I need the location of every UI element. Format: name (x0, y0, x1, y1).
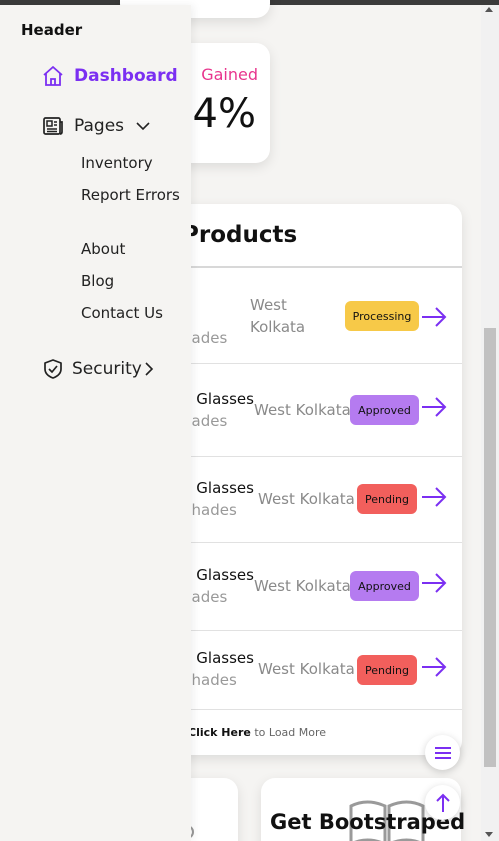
status-badge: Processing (345, 301, 419, 331)
sidebar: Header Dashboard Pages Inventory Report … (0, 5, 191, 841)
chevron-down-icon (136, 119, 150, 133)
menu-fab[interactable] (425, 735, 460, 770)
products-title: Products (182, 222, 298, 248)
scrollbar[interactable] (481, 5, 499, 841)
sidebar-item-label: Pages (74, 116, 125, 136)
sidebar-item-security[interactable]: Security (42, 358, 158, 380)
sidebar-item-label: Security (72, 359, 142, 379)
status-badge: Approved (350, 571, 419, 601)
load-more: Click Here to Load More (188, 726, 326, 739)
sidebar-item-pages[interactable]: Pages (42, 115, 150, 137)
sidebar-item-label: Dashboard (74, 66, 178, 86)
arrow-right-icon[interactable] (421, 487, 447, 507)
sidebar-header: Header (21, 21, 83, 39)
sidebar-subitem-contact-us[interactable]: Contact Us (81, 302, 181, 324)
shield-check-icon (42, 358, 64, 380)
scroll-up-arrow[interactable] (485, 7, 493, 12)
product-name: n Glasses (182, 390, 254, 408)
arrow-up-icon (435, 793, 450, 812)
chevron-right-icon (144, 362, 158, 376)
load-more-link[interactable]: Click Here (188, 726, 251, 739)
scroll-down-arrow[interactable] (485, 832, 493, 837)
product-name: n Glasses (182, 479, 254, 497)
product-name: n Glasses (182, 566, 254, 584)
status-badge: Pending (357, 484, 417, 514)
product-location: West Kolkata (250, 296, 306, 336)
newspaper-icon (42, 115, 64, 137)
sidebar-subitem-about[interactable]: About (81, 238, 181, 260)
arrow-right-icon[interactable] (421, 573, 447, 593)
status-badge: Approved (350, 395, 419, 425)
scroll-thumb[interactable] (484, 328, 496, 767)
home-icon (42, 65, 64, 87)
menu-icon (434, 746, 451, 759)
load-more-text: to Load More (250, 726, 327, 739)
sidebar-item-dashboard[interactable]: Dashboard (42, 65, 178, 87)
arrow-right-icon[interactable] (421, 657, 447, 677)
status-badge: Pending (357, 655, 417, 685)
arrow-right-icon[interactable] (421, 397, 447, 417)
gained-value: .4% (179, 91, 256, 137)
product-location: West Kolkata (254, 401, 351, 419)
back-to-top-fab[interactable] (425, 785, 460, 820)
sidebar-subitem-inventory[interactable]: Inventory (81, 152, 181, 174)
sidebar-subitem-report-errors[interactable]: Report Errors (81, 184, 181, 206)
product-name: n Glasses (182, 649, 254, 667)
gained-label: Gained (201, 65, 258, 84)
arrow-right-icon[interactable] (421, 307, 447, 327)
product-location: West Kolkata (258, 660, 355, 678)
product-location: West Kolkata (254, 577, 351, 595)
product-location: West Kolkata (258, 490, 355, 508)
sidebar-subitem-blog[interactable]: Blog (81, 270, 181, 292)
